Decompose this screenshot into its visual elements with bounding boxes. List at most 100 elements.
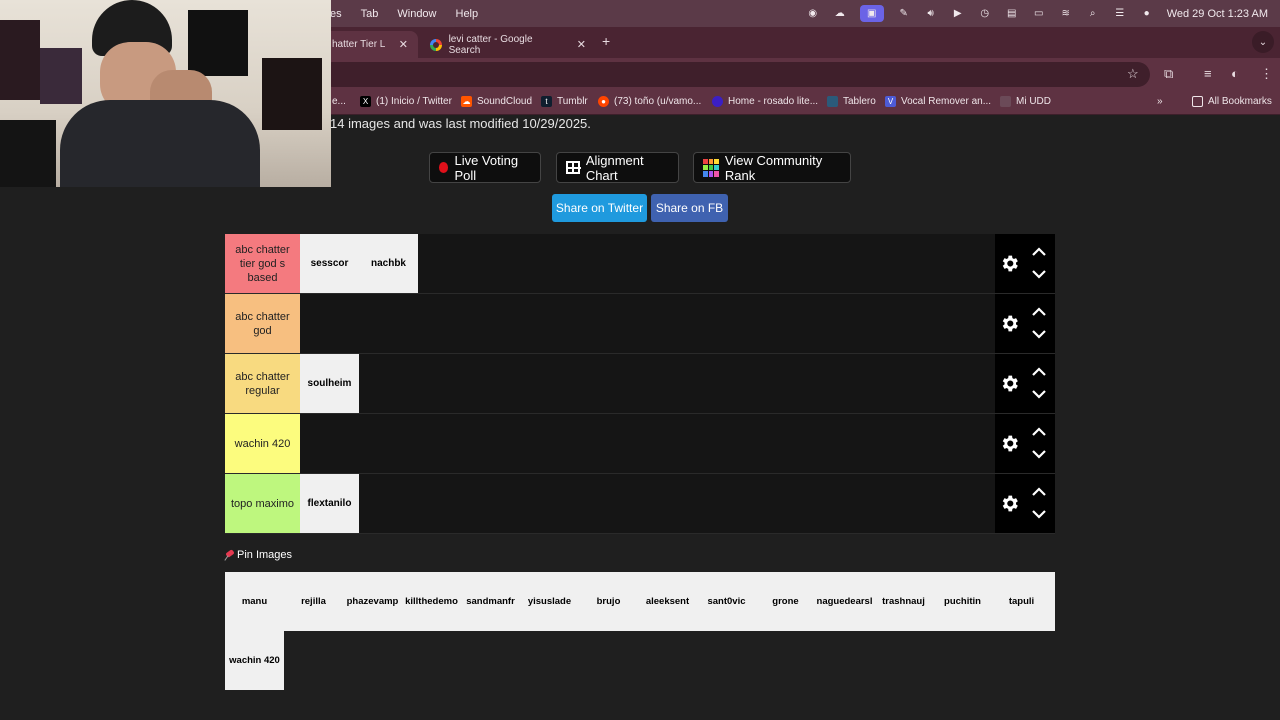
view-community-rank-button[interactable]: View Community Rank: [693, 152, 851, 183]
pool-item[interactable]: sant0vic: [697, 572, 756, 631]
pool-item[interactable]: brujo: [579, 572, 638, 631]
share-fb-button[interactable]: Share on FB: [651, 194, 728, 222]
tab-tier-list[interactable]: hatter Tier List ✕: [322, 31, 418, 58]
tier-items[interactable]: [300, 294, 995, 353]
tier-items[interactable]: soulheim: [300, 354, 995, 413]
feather-icon[interactable]: ✎: [897, 7, 911, 21]
folder-icon: [1192, 96, 1203, 107]
chevron-up-icon[interactable]: [1032, 307, 1046, 316]
pool-item[interactable]: tapuli: [992, 572, 1051, 631]
screen-share-icon[interactable]: ▣: [859, 5, 884, 22]
extensions-icon[interactable]: ⧉: [1164, 66, 1173, 82]
bookmark-soundcloud[interactable]: ☁ SoundCloud: [461, 96, 532, 107]
gear-icon[interactable]: [999, 253, 1020, 274]
pool-item[interactable]: phazevamp: [343, 572, 402, 631]
control-center-icon[interactable]: ☰: [1113, 7, 1127, 21]
siri-icon[interactable]: ●: [1140, 7, 1154, 21]
pool-item[interactable]: grone: [756, 572, 815, 631]
menu-help[interactable]: Help: [456, 8, 479, 20]
menu-window[interactable]: Window: [397, 8, 436, 20]
tier-controls: [995, 354, 1055, 413]
profile-avatar-icon[interactable]: ◐: [1231, 66, 1239, 81]
tier-item[interactable]: nachbk: [359, 234, 418, 293]
pool-item[interactable]: yisuslade: [520, 572, 579, 631]
more-bookmarks-chevron-icon[interactable]: »: [1157, 96, 1163, 107]
wall-poster: [188, 10, 248, 76]
tier-label[interactable]: abc chatter god: [225, 294, 300, 353]
tier-label[interactable]: topo maximo: [225, 474, 300, 533]
bookmark-tablero[interactable]: Tablero: [827, 96, 876, 107]
address-bar[interactable]: [320, 62, 1150, 87]
tier-items[interactable]: sesscor nachbk: [300, 234, 995, 293]
gear-icon[interactable]: [999, 313, 1020, 334]
bookmark-tumblr[interactable]: t Tumblr: [541, 96, 588, 107]
bookmark-twitter[interactable]: X (1) Inicio / Twitter: [360, 96, 452, 107]
bookmark-item[interactable]: e...: [332, 96, 346, 107]
pool-item[interactable]: trashnauj: [874, 572, 933, 631]
chevron-up-icon[interactable]: [1032, 247, 1046, 256]
bookmark-mi-udd[interactable]: Mi UDD: [1000, 96, 1051, 107]
menu-tab[interactable]: Tab: [361, 8, 379, 20]
tier-items[interactable]: flextanilo: [300, 474, 995, 533]
all-bookmarks[interactable]: All Bookmarks: [1192, 96, 1272, 107]
chevron-down-icon[interactable]: [1032, 330, 1046, 339]
volume-icon[interactable]: 🔊︎: [924, 7, 938, 21]
menu-edit-partial[interactable]: es: [330, 8, 342, 20]
share-twitter-button[interactable]: Share on Twitter: [552, 194, 647, 222]
search-icon[interactable]: ⌕: [1086, 7, 1100, 21]
site-icon: [827, 96, 838, 107]
tier-label[interactable]: wachin 420: [225, 414, 300, 473]
clock-history-icon[interactable]: ◷: [978, 7, 992, 21]
close-tab-icon[interactable]: ✕: [577, 38, 586, 51]
person-jacket: [60, 100, 260, 187]
chevron-up-icon[interactable]: [1032, 487, 1046, 496]
bookmark-home-rosado[interactable]: Home - rosado lite...: [712, 96, 818, 107]
pool-item[interactable]: rejilla: [284, 572, 343, 631]
tier-item[interactable]: flextanilo: [300, 474, 359, 533]
v-icon: V: [885, 96, 896, 107]
pool-item[interactable]: manu: [225, 572, 284, 631]
tier-label[interactable]: abc chatter regular: [225, 354, 300, 413]
close-tab-icon[interactable]: ✕: [399, 38, 408, 51]
gear-icon[interactable]: [999, 493, 1020, 514]
menubar-clock[interactable]: Wed 29 Oct 1:23 AM: [1167, 8, 1268, 20]
pool-item[interactable]: wachin 420: [225, 631, 284, 690]
play-icon[interactable]: ▶: [951, 7, 965, 21]
chevron-up-icon[interactable]: [1032, 367, 1046, 376]
tier-row: abc chatter tier god s based sesscor nachb…: [225, 234, 1055, 294]
bookmark-reddit[interactable]: ● (73) toño (u/vamo...: [598, 96, 701, 107]
pool-item[interactable]: aleeksent: [638, 572, 697, 631]
chevron-up-icon[interactable]: [1032, 427, 1046, 436]
chevron-down-icon[interactable]: [1032, 510, 1046, 519]
pool-item[interactable]: sandmanfr: [461, 572, 520, 631]
wifi-icon[interactable]: ≋: [1059, 7, 1073, 21]
chevron-down-icon[interactable]: [1032, 450, 1046, 459]
new-tab-plus-icon[interactable]: +: [602, 33, 610, 49]
chevron-down-icon[interactable]: [1032, 270, 1046, 279]
pin-images-toggle[interactable]: Pin Images: [225, 549, 292, 561]
gear-icon[interactable]: [999, 373, 1020, 394]
gear-icon[interactable]: [999, 433, 1020, 454]
cloud-icon[interactable]: ☁: [833, 7, 847, 21]
tier-items[interactable]: [300, 414, 995, 473]
bookmark-vocal-remover[interactable]: V Vocal Remover an...: [885, 96, 991, 107]
more-menu-icon[interactable]: ⋮: [1260, 66, 1273, 82]
alignment-chart-button[interactable]: Alignment Chart: [556, 152, 679, 183]
media-controls-icon[interactable]: ≡: [1204, 66, 1212, 81]
calendar-icon[interactable]: ▤: [1005, 7, 1019, 21]
reddit-icon: ●: [598, 96, 609, 107]
antenna-icon[interactable]: ◉: [806, 7, 820, 21]
tier-label[interactable]: abc chatter tier god s based: [225, 234, 300, 293]
tab-google-search[interactable]: levi catter - Google Search ✕: [420, 31, 596, 58]
pool-item[interactable]: killthedemo: [402, 572, 461, 631]
pool-item[interactable]: naguedearsl: [815, 572, 874, 631]
tier-item[interactable]: sesscor: [300, 234, 359, 293]
tier-item[interactable]: soulheim: [300, 354, 359, 413]
pool-item[interactable]: puchitin: [933, 572, 992, 631]
battery-icon[interactable]: ▭: [1032, 7, 1046, 21]
live-voting-poll-button[interactable]: Live Voting Poll: [429, 152, 541, 183]
wall-poster: [40, 48, 82, 104]
chevron-down-icon[interactable]: [1032, 390, 1046, 399]
bookmark-star-icon[interactable]: ☆: [1127, 66, 1139, 82]
tab-search-chevron-icon[interactable]: ⌄: [1252, 31, 1274, 53]
